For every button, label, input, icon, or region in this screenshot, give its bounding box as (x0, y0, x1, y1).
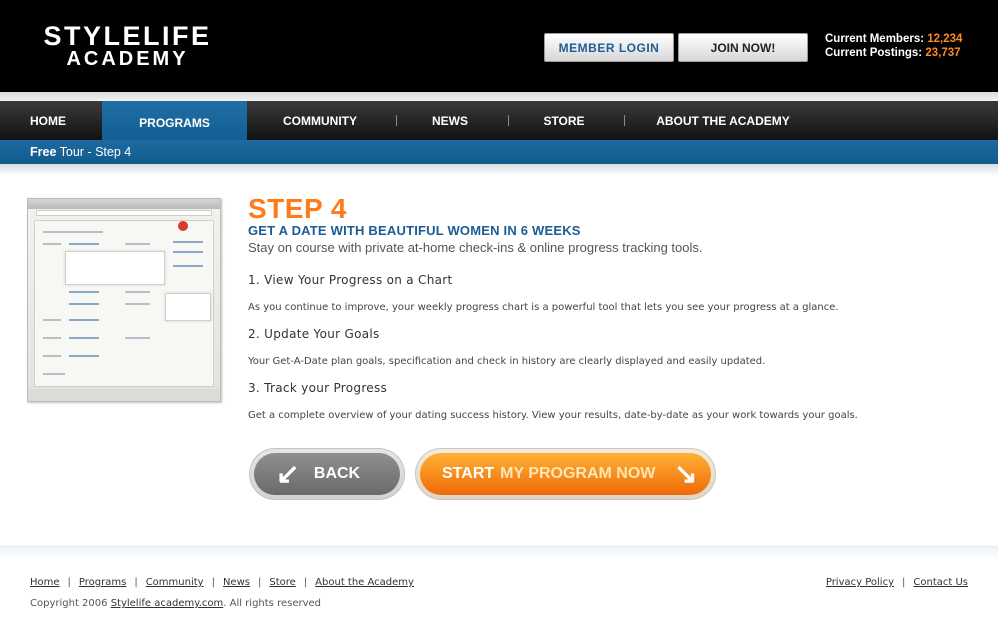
footer-link-about[interactable]: About the Academy (315, 577, 414, 588)
thumb-row (69, 291, 99, 293)
nav-programs[interactable]: PROGRAMS (102, 101, 247, 145)
back-button-face: ↙ BACK (254, 453, 400, 495)
thumb-row (173, 241, 203, 243)
footer-link-programs[interactable]: Programs (79, 577, 126, 588)
nav-store[interactable]: STORE (512, 101, 616, 140)
footer-legal-links: Privacy Policy | Contact Us (826, 577, 968, 588)
thumb-row (43, 355, 61, 357)
footer-link-news[interactable]: News (223, 577, 250, 588)
nav-community[interactable]: COMMUNITY (252, 101, 388, 140)
thumb-badge (178, 221, 188, 231)
nav-separator (624, 115, 625, 126)
thumb-row (43, 373, 65, 375)
postings-label: Current Postings: (825, 47, 923, 59)
progress-screenshot-image (27, 198, 221, 402)
footer-link-community[interactable]: Community (146, 577, 204, 588)
nav-about[interactable]: ABOUT THE ACADEMY (630, 101, 816, 140)
thumb-row (43, 243, 61, 245)
breadcrumb-free: Free (30, 145, 57, 159)
footer-separator: | (902, 577, 906, 588)
footer-separator: | (303, 577, 308, 588)
thumb-row (125, 291, 150, 293)
main-nav: HOME PROGRAMS COMMUNITY NEWS STORE ABOUT… (0, 101, 998, 145)
thumb-panel (65, 251, 165, 285)
thumb-titlebar (28, 199, 220, 209)
footer-link-home[interactable]: Home (30, 577, 60, 588)
footer-link-privacy[interactable]: Privacy Policy (826, 577, 894, 588)
logo-line1: STYLELIFE (43, 21, 212, 51)
nav-news[interactable]: NEWS (400, 101, 500, 140)
back-button-label: BACK (313, 465, 361, 482)
thumb-row (173, 265, 203, 267)
thumb-addressbar (36, 210, 212, 216)
header: STYLELIFE ACADEMY MEMBER LOGIN JOIN NOW!… (0, 0, 998, 92)
start-button-label: MY PROGRAM NOW (500, 465, 656, 482)
back-button[interactable]: ↙ BACK (249, 448, 405, 500)
thumb-popup (165, 293, 211, 321)
thumb-row (43, 337, 61, 339)
thumb-page (34, 220, 214, 387)
footer-link-store[interactable]: Store (269, 577, 295, 588)
thumb-statusbar (28, 389, 220, 401)
nav-separator (396, 115, 397, 126)
thumb-row (125, 243, 150, 245)
footer-separator: | (134, 577, 138, 588)
thumb-row (43, 231, 103, 233)
thumb-row (69, 355, 99, 357)
member-login-button[interactable]: MEMBER LOGIN (544, 33, 674, 62)
members-count: 12,234 (927, 33, 963, 45)
section-1-title: 1. View Your Progress on a Chart (248, 273, 453, 287)
footer-divider (0, 546, 998, 560)
section-2-body: Your Get-A-Date plan goals, specificatio… (248, 356, 766, 367)
copyright-suffix: . All rights reserved (223, 598, 322, 609)
site-stats: Current Members: 12,234 Current Postings… (825, 32, 962, 60)
logo[interactable]: STYLELIFE ACADEMY (30, 21, 225, 70)
start-button-label-bold: START (442, 465, 495, 482)
section-3-body: Get a complete overview of your dating s… (248, 410, 858, 421)
section-1-body: As you continue to improve, your weekly … (248, 302, 839, 313)
nav-home[interactable]: HOME (0, 101, 96, 140)
thumb-row (69, 243, 99, 245)
start-arrow-icon: ↘ (674, 458, 698, 489)
step-title: STEP 4 (248, 193, 347, 224)
copyright: Copyright 2006 Stylelife academy.com. Al… (30, 598, 321, 609)
start-button-face: START MY PROGRAM NOW ↘ (420, 453, 711, 495)
footer-separator: | (257, 577, 262, 588)
footer-nav: Home | Programs | Community | News | Store | About… (30, 577, 414, 588)
join-now-button[interactable]: JOIN NOW! (678, 33, 808, 62)
header-divider (0, 92, 998, 101)
start-program-button[interactable]: START MY PROGRAM NOW ↘ (415, 448, 716, 500)
thumb-row (69, 337, 99, 339)
section-2-title: 2. Update Your Goals (248, 327, 380, 341)
nav-separator (508, 115, 509, 126)
breadcrumb: Free Tour - Step 4 (30, 145, 131, 159)
tagline: Stay on course with private at-home chec… (248, 240, 703, 255)
thumb-row (69, 319, 99, 321)
copyright-site-link[interactable]: Stylelife academy.com (111, 598, 224, 609)
thumb-row (125, 303, 150, 305)
thumb-row (69, 303, 99, 305)
logo-line2: ACADEMY (66, 48, 189, 70)
footer-separator: | (67, 577, 71, 588)
postings-count: 23,737 (925, 47, 961, 59)
copyright-prefix: Copyright 2006 (30, 598, 108, 609)
members-label: Current Members: (825, 33, 925, 45)
breadcrumb-step: Tour - Step 4 (59, 145, 132, 159)
back-arrow-icon: ↙ (276, 458, 300, 489)
section-3-title: 3. Track your Progress (248, 381, 388, 395)
content-top-shadow (0, 164, 998, 176)
headline: GET A DATE WITH BEAUTIFUL WOMEN IN 6 WEE… (248, 223, 581, 238)
footer-link-contact[interactable]: Contact Us (913, 577, 968, 588)
breadcrumb-bar: Free Tour - Step 4 (0, 140, 998, 164)
thumb-row (173, 251, 203, 253)
footer-separator: | (211, 577, 215, 588)
thumb-row (43, 319, 61, 321)
thumb-row (125, 337, 150, 339)
